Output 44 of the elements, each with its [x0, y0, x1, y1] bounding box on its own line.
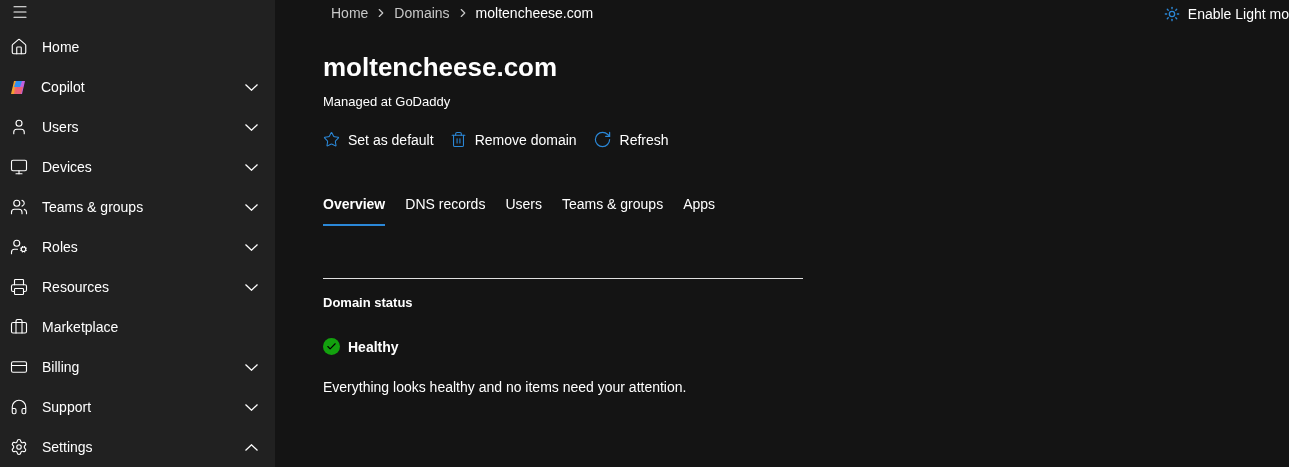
status-message: Everything looks healthy and no items need your attention. [323, 379, 688, 395]
page-title: moltencheese.com [323, 51, 559, 84]
tab[interactable]: Users [505, 196, 542, 226]
person-badge-icon [10, 238, 28, 256]
action-button[interactable]: Refresh [592, 130, 669, 149]
nav-item[interactable]: Users [0, 107, 275, 147]
headset-icon [10, 398, 28, 416]
monitor-icon [10, 158, 28, 176]
breadcrumb-link[interactable]: Domains [394, 5, 450, 21]
trash-icon [449, 131, 467, 148]
refresh-icon [592, 130, 612, 149]
card-icon [10, 358, 28, 376]
action-button[interactable]: Remove domain [449, 130, 577, 149]
nav-item[interactable]: Roles [0, 227, 275, 267]
action-button[interactable]: Set as default [323, 130, 434, 149]
people-icon [10, 198, 28, 216]
nav-item[interactable]: Home [0, 27, 275, 67]
breadcrumb-link[interactable]: moltencheese.com [475, 5, 594, 21]
breadcrumb-link[interactable]: Home [331, 5, 369, 21]
nav-item[interactable]: Marketplace [0, 307, 275, 347]
star-icon [323, 131, 340, 148]
light-mode-toggle[interactable]: Enable Light mo [1163, 6, 1289, 22]
copilot-logo-icon [10, 78, 27, 96]
status-label: Healthy [348, 338, 399, 355]
nav-item[interactable]: Copilot [0, 67, 275, 107]
person-icon [10, 118, 28, 136]
bag-icon [10, 318, 28, 336]
settings-icon [10, 438, 28, 456]
tab[interactable]: DNS records [405, 196, 486, 226]
tab[interactable]: Teams & groups [561, 196, 664, 226]
home-icon [10, 38, 28, 56]
nav-item[interactable]: Support [0, 387, 275, 427]
nav-item[interactable]: Teams & groups [0, 187, 275, 227]
section-heading: Domain status [323, 295, 414, 310]
tab[interactable]: Overview [323, 196, 386, 226]
nav-item[interactable]: Devices [0, 147, 275, 187]
nav-item[interactable]: Settings [0, 427, 275, 467]
tab[interactable]: Apps [683, 196, 716, 226]
nav-item[interactable]: Resources [0, 267, 275, 307]
sun-icon [1163, 6, 1180, 22]
subtitle: Managed at GoDaddy [323, 94, 452, 109]
nav-item[interactable]: Billing [0, 347, 275, 387]
menu-icon [11, 3, 29, 21]
printer-icon [10, 278, 28, 296]
